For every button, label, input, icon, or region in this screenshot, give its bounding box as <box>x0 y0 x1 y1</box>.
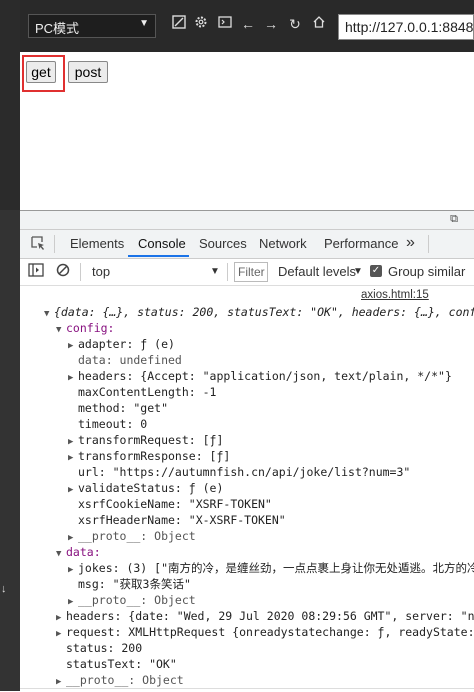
tree-row-request[interactable]: ▶ request: XMLHttpRequest {onreadystatech… <box>56 624 474 640</box>
tree-row-transformresponse[interactable]: ▶ transformResponse: [ƒ] <box>68 448 230 464</box>
collapse-triangle-icon[interactable]: ▼ <box>44 306 54 322</box>
browser-toolbar: PC模式 ▼ ← → ↻ http://127.0.0.1:8848 <box>20 0 474 52</box>
page-viewport: get post <box>20 52 474 210</box>
collapse-triangle-icon[interactable]: ▼ <box>56 322 66 338</box>
tree-row-transformrequest[interactable]: ▶ transformRequest: [ƒ] <box>68 432 223 448</box>
console-divider <box>20 688 474 689</box>
left-panel-lower <box>0 210 20 691</box>
tab-separator <box>54 235 55 253</box>
tree-row-jokes[interactable]: ▶ jokes: (3) ["南方的冷，是缠丝劲，一点点裹上身让你无处遁逃。北方的… <box>68 560 474 576</box>
tree-row-proto[interactable]: ▶ __proto__: Object <box>68 592 196 608</box>
tree-row-status: status: 200 <box>66 641 143 655</box>
active-tab-indicator <box>128 255 189 257</box>
log-object-line[interactable]: ▼ {data: {…}, status: 200, statusText: "O… <box>44 304 474 320</box>
settings-gear-icon[interactable] <box>192 15 210 33</box>
tab-console[interactable]: Console <box>138 236 186 251</box>
screenshot-icon[interactable] <box>170 15 188 33</box>
devtools-tabbar: Elements Console Sources Network Perform… <box>20 230 474 259</box>
source-link[interactable]: axios.html:15 <box>361 289 429 301</box>
context-select[interactable]: top <box>92 264 110 279</box>
tree-row-statustext: statusText: "OK" <box>66 657 177 671</box>
clear-console-icon[interactable] <box>56 263 70 280</box>
device-mode-select[interactable]: PC模式 ▼ <box>28 14 156 38</box>
filter-separator <box>80 263 81 281</box>
dropdown-arrow-icon: ▼ <box>139 18 149 29</box>
tree-row-maxcontentlength: maxContentLength: -1 <box>78 385 217 399</box>
tab-network[interactable]: Network <box>259 236 307 251</box>
console-output: axios.html:15 ▼ {data: {…}, status: 200, … <box>20 286 474 692</box>
forward-arrow-icon[interactable]: → <box>262 15 280 33</box>
tree-row-adapter[interactable]: ▶ adapter: ƒ (e) <box>68 336 175 352</box>
tab-sources[interactable]: Sources <box>199 236 247 251</box>
tree-row-proto[interactable]: ▶ __proto__: Object <box>68 528 196 544</box>
tree-row-method: method: "get" <box>78 401 169 415</box>
sidebar-toggle-icon[interactable] <box>28 263 44 280</box>
device-mode-value: PC模式 <box>35 21 80 36</box>
left-arrow-glyph: ↓ <box>1 583 7 595</box>
tree-row-xsrfcookiename: xsrfCookieName: "XSRF-TOKEN" <box>78 497 272 511</box>
expand-triangle-icon[interactable]: ▶ <box>68 450 78 466</box>
expand-triangle-icon[interactable]: ▶ <box>68 370 78 386</box>
devtools-panel: ⧉ Elements Console Sources Network Perfo… <box>20 210 474 692</box>
refresh-icon[interactable]: ↻ <box>286 15 304 33</box>
tree-row-data-object[interactable]: ▼ data: <box>56 544 101 560</box>
group-similar-checkbox[interactable]: ✓ <box>370 265 382 277</box>
expand-triangle-icon[interactable]: ▶ <box>68 562 78 578</box>
tree-row-proto[interactable]: ▶ __proto__: Object <box>56 672 184 688</box>
tree-row-validatestatus[interactable]: ▶ validateStatus: ƒ (e) <box>68 480 223 496</box>
terminal-icon[interactable] <box>216 15 234 33</box>
get-button[interactable]: get <box>26 61 56 83</box>
home-icon[interactable] <box>310 15 328 33</box>
tree-row-data: data: undefined <box>78 353 182 367</box>
expand-triangle-icon[interactable]: ▶ <box>68 482 78 498</box>
tree-row-url: url: "https://autumnfish.cn/api/joke/lis… <box>78 465 411 479</box>
tab-separator <box>428 235 429 253</box>
inspect-element-icon[interactable] <box>30 235 46 251</box>
context-dropdown-icon[interactable]: ▼ <box>210 266 220 277</box>
filter-separator <box>227 263 228 281</box>
back-arrow-icon[interactable]: ← <box>239 15 257 33</box>
tree-row-config[interactable]: ▼ config: <box>56 320 114 336</box>
tree-row-msg: msg: "获取3条笑话" <box>78 577 191 591</box>
expand-triangle-icon[interactable]: ▶ <box>68 338 78 354</box>
tab-performance[interactable]: Performance <box>324 236 398 251</box>
log-levels-select[interactable]: Default levels <box>278 264 356 279</box>
expand-triangle-icon[interactable]: ▶ <box>56 626 66 642</box>
collapse-triangle-icon[interactable]: ▼ <box>56 546 66 562</box>
post-button[interactable]: post <box>68 61 108 83</box>
tree-row-headers[interactable]: ▶ headers: {Accept: "application/json, te… <box>68 368 452 384</box>
group-similar-label: Group similar <box>388 264 466 279</box>
levels-dropdown-icon[interactable]: ▼ <box>353 266 363 277</box>
devtools-resize-bar[interactable]: ⧉ <box>20 211 474 230</box>
tree-row-timeout: timeout: 0 <box>78 417 148 431</box>
left-panel-strip: ↓ <box>0 0 20 691</box>
tree-row-response-headers[interactable]: ▶ headers: {date: "Wed, 29 Jul 2020 08:29… <box>56 608 474 624</box>
url-input[interactable]: http://127.0.0.1:8848 <box>338 14 474 40</box>
tree-row-xsrfheadername: xsrfHeaderName: "X-XSRF-TOKEN" <box>78 513 286 527</box>
console-filterbar: top ▼ Filter Default levels ▼ ✓ Group si… <box>20 259 474 286</box>
dock-icon[interactable]: ⧉ <box>450 213 458 226</box>
filter-input[interactable]: Filter <box>234 262 268 282</box>
tab-elements[interactable]: Elements <box>70 236 124 251</box>
more-tabs-button[interactable]: » <box>406 234 415 252</box>
